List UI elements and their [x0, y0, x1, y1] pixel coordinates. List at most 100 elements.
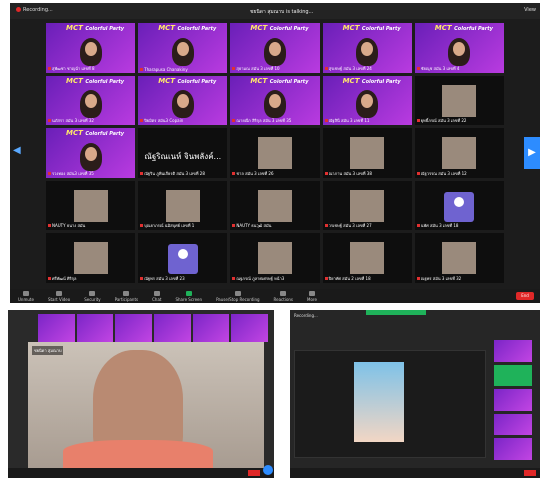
brand-subtitle: Colorful Party	[177, 26, 217, 32]
end-button[interactable]: End	[516, 292, 534, 300]
participant-tile[interactable]: MCT Colorful Party สุธามณ สมัน 3 เลขที่ 1…	[230, 23, 320, 73]
participant-tile[interactable]: ณัฐวรรณ สมัน 3 เลขที่ 12	[414, 128, 504, 178]
brand-text: MCT	[158, 76, 176, 85]
participant-tile[interactable]: MCT Colorful Party ณายณีก สิริกุล สมัน 3 …	[230, 75, 320, 126]
side-thumbnail[interactable]	[494, 340, 532, 362]
participant-label: บุณยาภรณ์ ฉมิสบุศย์ เลขที่ 1	[140, 222, 194, 229]
brand-logo: MCT Colorful Party	[66, 129, 124, 137]
recording-indicator[interactable]: Recording...	[16, 7, 53, 13]
participant-tile[interactable]: ณฐภรณ์ ภูลาศเศรษฐ์ หน้า3	[230, 233, 320, 283]
toolbar-button[interactable]: Pause/Stop Recording	[216, 290, 260, 302]
side-thumbnail[interactable]	[494, 438, 532, 460]
participant-name: ณายณีก สิริกุล สมัน 3 เลขที่ 35	[236, 118, 292, 124]
participant-face	[268, 41, 281, 56]
toolbar-button[interactable]: Chat	[152, 290, 161, 302]
toolbar-button[interactable]: Start Video	[48, 290, 70, 302]
participant-photo	[350, 137, 385, 170]
participant-label: สุธามณ สมัน 3 เลขที่ 10	[232, 65, 280, 72]
participant-face	[176, 41, 189, 56]
participant-photo	[73, 242, 108, 275]
toolbar-label: Pause/Stop Recording	[216, 296, 260, 302]
shared-photo	[354, 362, 404, 442]
participant-face	[268, 94, 281, 109]
next-page-icon[interactable]: ▶	[524, 137, 540, 169]
toolbar-button[interactable]: Unmute	[18, 290, 34, 302]
participant-tile[interactable]: ณัฐริณเนห์ จินพลังค์... ณัฐริน ภูพินเกียร…	[138, 128, 228, 178]
participant-tile[interactable]: ณัฐพร สมัน 3 เลขที่ 23	[138, 233, 228, 283]
thumbnail[interactable]	[76, 314, 114, 342]
end-button-share[interactable]	[524, 470, 536, 476]
participant-tile[interactable]: MCT Colorful Party Tharapusa Chanakiny	[138, 23, 228, 73]
thumbnail[interactable]	[192, 314, 230, 342]
toolbar-button[interactable]: Reactions	[273, 290, 294, 302]
view-button[interactable]: View	[524, 7, 536, 13]
muted-mic-icon	[416, 171, 420, 175]
participant-tile[interactable]: MCT Colorful Party ชัยณุช สมัน 3 เลขที่ 4	[414, 23, 504, 73]
participant-name: ณัฐสินี สมัน 3 เลขที่ 11	[328, 118, 370, 124]
participant-tile[interactable]: ชาล สมัน 3 เลขที่ 26	[230, 128, 320, 178]
participant-tile[interactable]: ณาภาน สมัน 3 เลขที่ 38	[322, 128, 412, 178]
muted-mic-icon	[140, 67, 144, 71]
end-button-small[interactable]	[248, 470, 260, 476]
brand-subtitle: Colorful Party	[85, 131, 125, 138]
floating-action-icon[interactable]	[263, 465, 273, 475]
participant-tile[interactable]: MCT Colorful Party รวงทอง สมัน3 เลขที่ 35	[46, 128, 136, 178]
muted-mic-icon	[416, 119, 420, 123]
brand-logo: MCT Colorful Party	[250, 24, 308, 32]
main-meeting-window: Recording... ชยนิดา สุมณาบ is talking...…	[10, 3, 540, 303]
participant-tile[interactable]: MCT Colorful Party สุพัฒชา ชาญฉ่ำ เลขที่ …	[46, 23, 136, 73]
toolbar-button[interactable]: Participants	[115, 290, 138, 302]
toolbar-icon	[123, 290, 130, 296]
participant-name: นพัศ สมัน 3 เลขที่ 18	[420, 223, 459, 229]
participant-photo	[350, 189, 385, 222]
muted-mic-icon	[232, 66, 236, 70]
thumbnail[interactable]	[231, 314, 269, 342]
participant-photo	[257, 189, 292, 222]
brand-text: MCT	[66, 76, 83, 85]
muted-mic-icon	[232, 171, 236, 175]
participant-tile[interactable]: ณฐพร สมัน 3 เลขที่ 32	[414, 233, 504, 283]
participant-tile[interactable]: นพัศ สมัน 3 เลขที่ 18	[414, 180, 504, 231]
thumbnail[interactable]	[154, 314, 191, 342]
participant-label: NAUTY ธนวุฒิ สมัน	[232, 222, 271, 229]
recording-indicator-small: Recording...	[294, 313, 318, 318]
brand-text: MCT	[66, 129, 83, 138]
toolbar-button[interactable]: Share Screen	[175, 290, 202, 302]
thumbnail[interactable]	[38, 314, 75, 342]
sharing-banner[interactable]	[366, 310, 426, 315]
side-thumbnail[interactable]	[494, 389, 532, 411]
participant-tile[interactable]: MCT Colorful Party นภัสรา สมัน 3 เลขที่ 3…	[46, 75, 136, 126]
side-thumbnail[interactable]	[494, 413, 532, 436]
brand-text: MCT	[158, 24, 176, 32]
participant-tile[interactable]: ศรีพัฒน์ ศิริกุล	[46, 233, 136, 283]
toolbar-icon	[56, 290, 63, 296]
brand-subtitle: Colorful Party	[269, 78, 309, 85]
participant-label: ณฐพร สมัน 3 เลขที่ 32	[416, 275, 461, 282]
participant-label: วรเชษฐ์ สมัน 3 เลขที่ 27	[324, 222, 372, 229]
brand-text: MCT	[250, 24, 268, 32]
participant-tile[interactable]: MCT Colorful Party สุรเชษฐ์ สมัน 3 เลขที่…	[322, 23, 412, 73]
participant-tile[interactable]: บุณยาภรณ์ ฉมิสบุศย์ เลขที่ 1	[138, 180, 228, 231]
prev-page-icon[interactable]: ◀	[13, 145, 21, 156]
side-thumbnail[interactable]	[494, 364, 532, 387]
toolbar-label: Reactions	[273, 296, 294, 302]
toolbar-icon	[185, 290, 192, 296]
participant-tile[interactable]: วรเชษฐ์ สมัน 3 เลขที่ 27	[322, 180, 412, 231]
participant-tile[interactable]: NAUTY ธนาง สมัน	[46, 180, 136, 231]
participant-tile[interactable]: MCT Colorful Party ณัฐสินี สมัน 3 เลขที่ …	[322, 75, 412, 126]
muted-mic-icon	[416, 66, 420, 70]
toolbar-button[interactable]: More	[307, 290, 317, 302]
participant-name: ณัฐริน ภูพินเกียรติ สมัน 3 เลขที่ 28	[144, 170, 205, 176]
participant-tile[interactable]: MCT Colorful Party ปิยมิตร สมัน3 Copain	[138, 75, 228, 126]
thumbnail[interactable]	[115, 314, 153, 342]
participant-tile[interactable]: NAUTY ธนวุฒิ สมัน	[230, 180, 320, 231]
muted-mic-icon	[140, 224, 144, 228]
muted-mic-icon	[324, 119, 328, 123]
participant-face	[176, 94, 189, 109]
toolbar-icon	[234, 290, 241, 296]
toolbar-button[interactable]: Security	[84, 290, 101, 302]
speaking-indicator: ชยนิดา สุมณาบ is talking...	[250, 9, 314, 15]
participant-tile[interactable]: ยุทธิ์ภรณ์ สมัน 3 เลขที่ 22	[414, 75, 504, 126]
brand-text: MCT	[342, 24, 360, 32]
participant-tile[interactable]: ปิยาทัศ สมัน 2 เลขที่ 18	[322, 233, 412, 283]
